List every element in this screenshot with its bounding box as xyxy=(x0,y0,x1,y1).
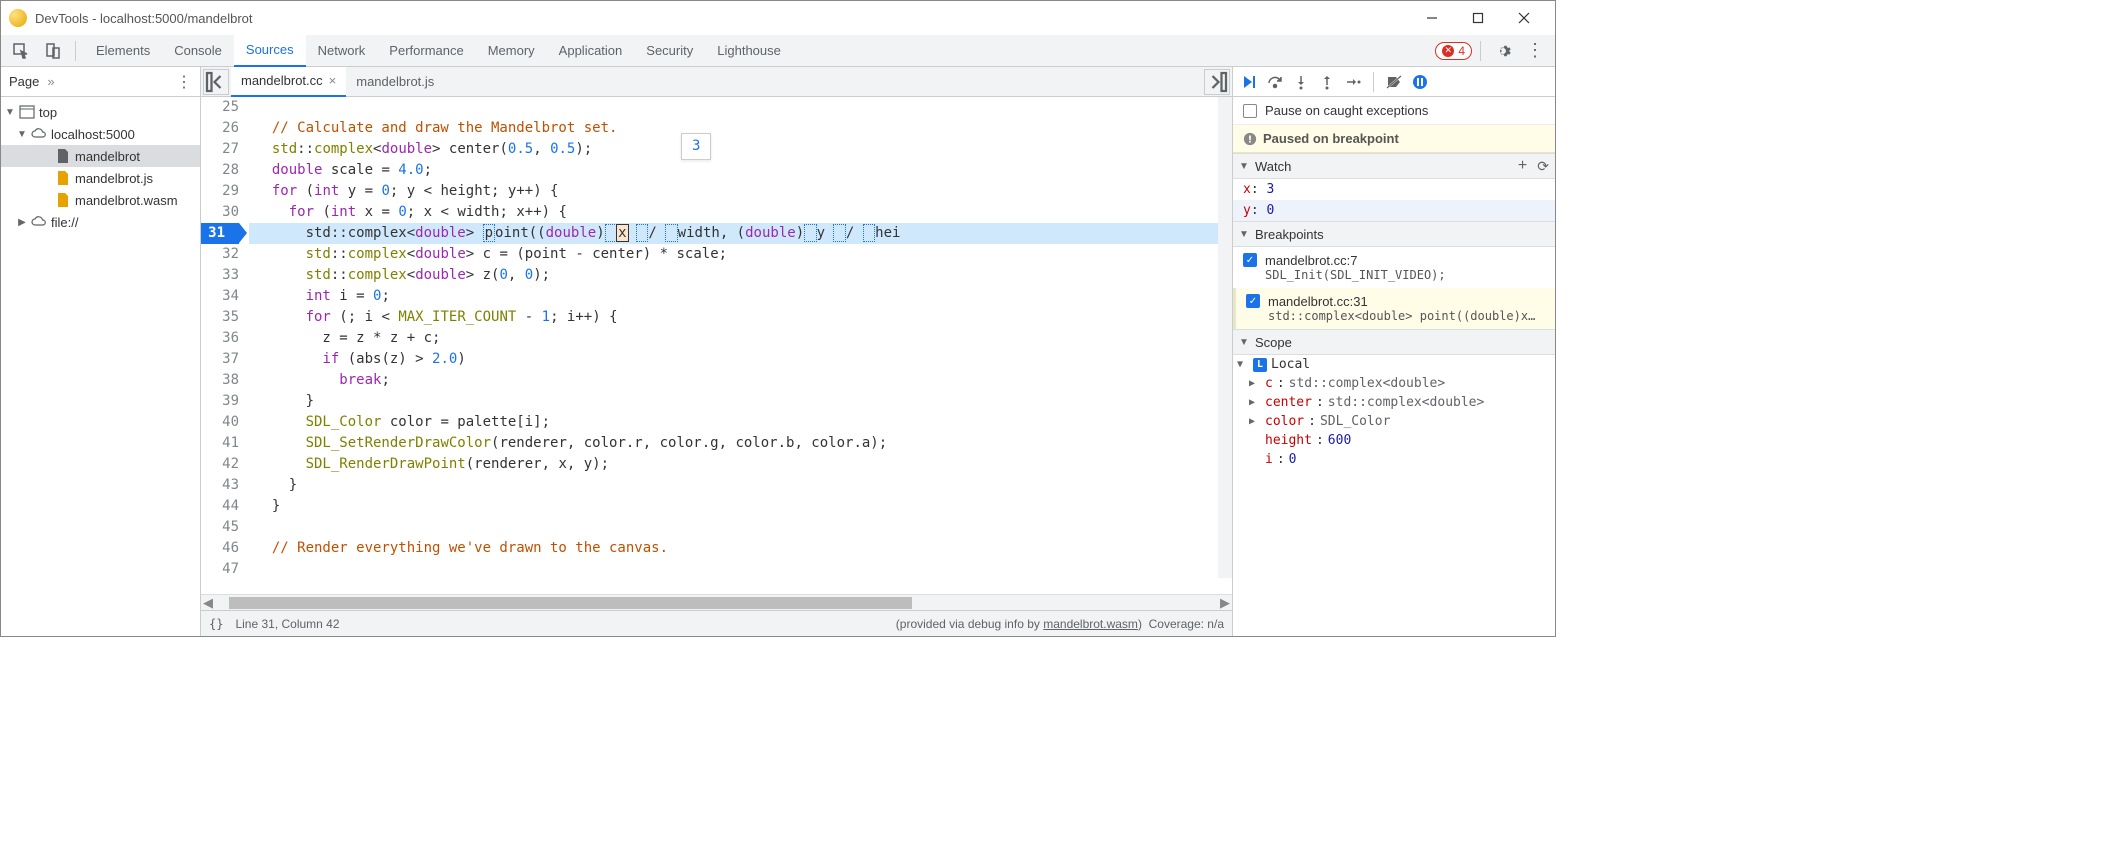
pause-caught-label: Pause on caught exceptions xyxy=(1265,103,1428,118)
tab-application[interactable]: Application xyxy=(547,35,635,67)
horizontal-scrollbar[interactable]: ◀ ▶ xyxy=(201,594,1232,610)
debugger-pane: Pause on caught exceptions Paused on bre… xyxy=(1233,67,1555,636)
scope-variable[interactable]: ▶center: std::complex<double> xyxy=(1233,393,1555,412)
tab-elements[interactable]: Elements xyxy=(84,35,162,67)
breakpoint-item[interactable]: mandelbrot.cc:7SDL_Init(SDL_INIT_VIDEO); xyxy=(1233,247,1555,288)
add-watch-icon[interactable]: + xyxy=(1518,157,1527,175)
window-titlebar: DevTools - localhost:5000/mandelbrot xyxy=(1,1,1555,35)
minimize-button[interactable] xyxy=(1409,1,1455,35)
pause-caught-checkbox[interactable] xyxy=(1243,104,1257,118)
watch-item[interactable]: y: 0 xyxy=(1233,200,1555,221)
close-tab-icon[interactable]: × xyxy=(329,73,337,88)
scope-variable[interactable]: height: 600 xyxy=(1233,431,1555,450)
deactivate-breakpoints-button[interactable] xyxy=(1384,72,1404,92)
sidebar-overflow-icon[interactable]: » xyxy=(47,74,54,89)
tab-console[interactable]: Console xyxy=(162,35,234,67)
scope-variable[interactable]: ▶color: SDL_Color xyxy=(1233,412,1555,431)
scope-header[interactable]: ▼Scope xyxy=(1233,329,1555,355)
tab-lighthouse[interactable]: Lighthouse xyxy=(705,35,793,67)
pretty-print-icon[interactable]: {} xyxy=(209,617,223,631)
tree-top[interactable]: ▼ top xyxy=(1,101,200,123)
nav-forward-icon[interactable] xyxy=(1204,69,1230,95)
file-tab-bar: mandelbrot.cc×mandelbrot.js xyxy=(201,67,1232,97)
error-badge[interactable]: ✕ 4 xyxy=(1435,42,1472,60)
file-tab[interactable]: mandelbrot.cc× xyxy=(231,67,346,97)
tab-network[interactable]: Network xyxy=(306,35,378,67)
hover-tooltip: 3 xyxy=(681,133,711,160)
step-out-button[interactable] xyxy=(1317,72,1337,92)
cloud-icon xyxy=(31,126,47,142)
cloud-icon xyxy=(31,214,47,230)
refresh-watch-icon[interactable]: ⟳ xyxy=(1537,158,1549,175)
tree-file[interactable]: mandelbrot xyxy=(1,145,200,167)
breakpoint-item[interactable]: mandelbrot.cc:31std::complex<double> poi… xyxy=(1233,288,1555,329)
nav-back-icon[interactable] xyxy=(203,69,229,95)
window-frame-icon xyxy=(19,104,35,120)
settings-icon[interactable] xyxy=(1489,37,1517,65)
device-icon[interactable] xyxy=(39,37,67,65)
coverage-label: Coverage: n/a xyxy=(1149,617,1224,631)
breakpoint-checkbox[interactable] xyxy=(1246,294,1260,308)
tab-sources[interactable]: Sources xyxy=(234,35,306,67)
vertical-scrollbar[interactable] xyxy=(1218,97,1232,578)
devtools-tabstrip: ElementsConsoleSourcesNetworkPerformance… xyxy=(1,35,1555,67)
tab-memory[interactable]: Memory xyxy=(476,35,547,67)
inspect-icon[interactable] xyxy=(7,37,35,65)
error-count: 4 xyxy=(1458,44,1465,58)
file-tab[interactable]: mandelbrot.js xyxy=(346,67,444,97)
cursor-position: Line 31, Column 42 xyxy=(235,617,339,631)
step-into-button[interactable] xyxy=(1291,72,1311,92)
error-icon: ✕ xyxy=(1442,45,1454,57)
editor-statusbar: {} Line 31, Column 42 (provided via debu… xyxy=(201,610,1232,636)
step-button[interactable] xyxy=(1343,72,1363,92)
scope-variable[interactable]: ▶c: std::complex<double> xyxy=(1233,374,1555,393)
file-tree: ▼ top ▼ localhost:5000 mandelbrotmandelb… xyxy=(1,97,200,636)
breakpoint-checkbox[interactable] xyxy=(1243,253,1257,267)
kebab-icon[interactable]: ⋮ xyxy=(1521,37,1549,65)
watch-header[interactable]: ▼Watch + ⟳ xyxy=(1233,153,1555,179)
close-button[interactable] xyxy=(1501,1,1547,35)
breakpoints-header[interactable]: ▼Breakpoints xyxy=(1233,221,1555,247)
tree-file-scheme[interactable]: ▶ file:// xyxy=(1,211,200,233)
editor-pane: mandelbrot.cc×mandelbrot.js 252627282930… xyxy=(201,67,1233,636)
resume-button[interactable] xyxy=(1239,72,1259,92)
window-title: DevTools - localhost:5000/mandelbrot xyxy=(35,11,1409,26)
source-map-link[interactable]: mandelbrot.wasm xyxy=(1043,617,1138,631)
debugger-toolbar xyxy=(1233,67,1555,97)
scope-local[interactable]: ▼L Local xyxy=(1233,355,1555,374)
paused-banner: Paused on breakpoint xyxy=(1233,125,1555,153)
scope-variable[interactable]: i: 0 xyxy=(1233,450,1555,469)
app-icon xyxy=(9,9,27,27)
pause-on-exceptions-button[interactable] xyxy=(1410,72,1430,92)
step-over-button[interactable] xyxy=(1265,72,1285,92)
sidebar-kebab-icon[interactable]: ⋮ xyxy=(176,72,192,92)
tree-file[interactable]: mandelbrot.wasm xyxy=(1,189,200,211)
navigator-sidebar: Page » ⋮ ▼ top ▼ localhost:5000 mandelbr… xyxy=(1,67,201,636)
tree-host[interactable]: ▼ localhost:5000 xyxy=(1,123,200,145)
watch-item[interactable]: x: 3 xyxy=(1233,179,1555,200)
maximize-button[interactable] xyxy=(1455,1,1501,35)
code-editor[interactable]: 2526272829303132333435363738394041424344… xyxy=(201,97,1232,594)
sidebar-page-label[interactable]: Page xyxy=(9,74,39,89)
tab-security[interactable]: Security xyxy=(634,35,705,67)
tab-performance[interactable]: Performance xyxy=(377,35,475,67)
tree-file[interactable]: mandelbrot.js xyxy=(1,167,200,189)
